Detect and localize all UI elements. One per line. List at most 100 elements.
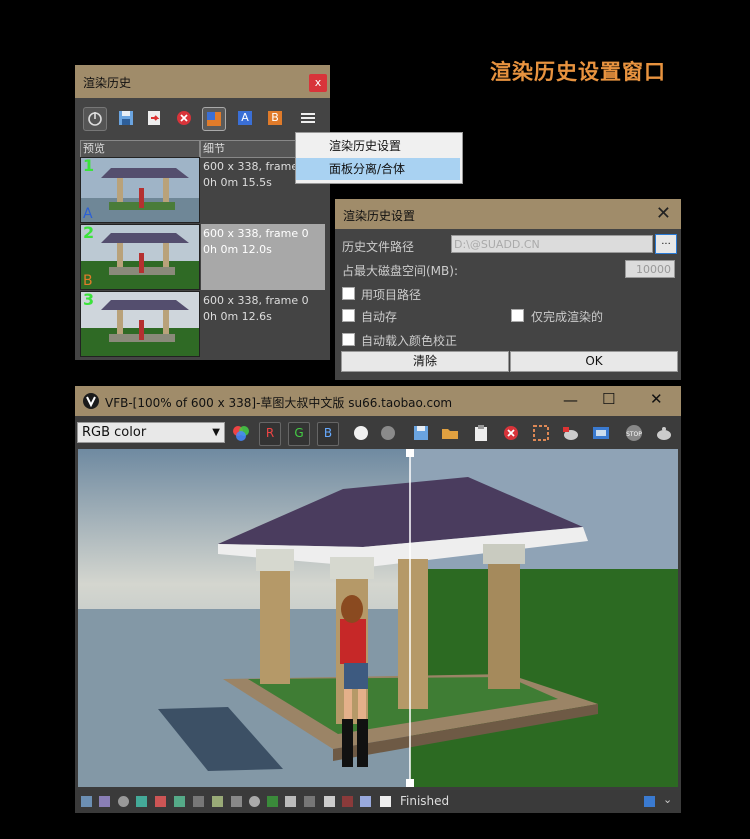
stop-render-icon: STOP [626,425,642,441]
delete-button[interactable] [173,107,195,129]
clear-button[interactable]: 清除 [341,351,509,372]
history-path-field[interactable] [451,235,653,253]
green-channel-button[interactable]: G [288,422,310,446]
row-tag: B [83,273,93,289]
stamp-icon[interactable] [324,796,335,807]
channel-select[interactable]: RGB color ▼ [77,422,225,443]
history-settings-dialog: 渲染历史设置 ✕ 历史文件路径 ... 占最大磁盘空间(MB): 用项目路径 自… [335,199,681,380]
svg-text:STOP: STOP [626,431,642,438]
info-icon[interactable] [118,796,129,807]
ab-compare-button[interactable] [202,107,226,131]
panel-toggle-icon[interactable] [644,796,655,807]
region-render-icon [533,425,549,441]
pixel-info-icon[interactable] [304,796,315,807]
row-tag: A [83,206,93,222]
delete-icon [177,111,191,125]
only-finished-checkbox[interactable] [511,309,524,322]
history-icon[interactable] [81,796,92,807]
settings-titlebar[interactable]: 渲染历史设置 ✕ [335,199,681,229]
levels-icon[interactable] [99,796,110,807]
vfb-titlebar[interactable]: VFB-[100% of 600 x 338]-草图大叔中文版 su66.tao… [75,386,681,416]
save-icon [119,111,133,125]
white-circle-icon [354,426,368,440]
menu-item-history-settings[interactable]: 渲染历史设置 [296,135,460,157]
vfb-title: VFB-[100% of 600 x 338]-草图大叔中文版 su66.tao… [105,396,453,410]
thumbnail-image [81,292,199,356]
history-column-headers: 预览 细节 [80,140,326,158]
grey-circle-icon [381,426,395,440]
history-title: 渲染历史 [83,76,132,90]
history-row-selected[interactable]: 2 B 600 x 338, frame 0 0h 0m 12.0s [80,224,326,290]
auto-load-cc-checkbox[interactable] [342,333,355,346]
row-time: 0h 0m 12.0s [203,243,272,256]
render-thumbnail: 2 B [80,224,200,290]
histogram-icon[interactable] [193,796,204,807]
menu-button[interactable] [297,107,319,129]
lut-icon[interactable] [136,796,147,807]
set-a-button[interactable]: A [234,107,256,129]
row-resolution: 600 x 338, frame 0 [203,294,309,307]
close-button[interactable]: ✕ [650,390,663,408]
history-row[interactable]: 1 A 600 x 338, frame 0 0h 0m 15.5s [80,157,326,223]
clipboard-icon [475,425,487,441]
curve-icon[interactable] [155,796,166,807]
power-button[interactable] [83,107,107,131]
chevron-down-icon: ▼ [212,427,220,438]
blue-channel-button[interactable]: B [317,422,339,446]
auto-load-cc-label: 自动载入颜色校正 [361,334,458,348]
render-thumbnail: 3 [80,291,200,357]
save-button[interactable] [115,107,137,129]
color-channels-icon [233,426,249,441]
settings-icon[interactable] [249,796,260,807]
disk-space-field[interactable] [625,260,675,278]
split-icon[interactable] [360,796,371,807]
b-icon: B [268,111,282,125]
minimize-button[interactable]: — [563,391,578,409]
render-status-text: Finished [400,794,450,808]
row-details: 600 x 338, frame 0 0h 0m 12.6s [201,291,325,357]
history-path-label: 历史文件路径 [342,240,415,254]
render-history-panel: 渲染历史 x A B 预览 细节 1 A 600 x 338, frame 0 … [75,65,330,360]
browse-button[interactable]: ... [655,234,677,254]
film-icon [593,427,609,439]
render-view[interactable] [78,449,678,787]
maximize-button[interactable]: ☐ [602,390,615,408]
history-close-button[interactable]: x [309,74,327,92]
clear-image-icon [504,426,518,440]
vfb-status-bar: Finished ⌄ [75,790,681,813]
rendered-pavilion-image [78,449,678,787]
hamburger-menu-icon [301,113,315,123]
red-channel-button[interactable]: R [259,422,281,446]
history-dropdown-menu: 渲染历史设置 面板分离/合体 [295,132,463,184]
expand-down-icon[interactable]: ⌄ [663,793,672,806]
load-image-icon [148,111,160,125]
set-b-button[interactable]: B [264,107,286,129]
channel-select-value: RGB color [82,425,147,440]
row-time: 0h 0m 12.6s [203,310,272,323]
only-finished-label: 仅完成渲染的 [531,310,604,324]
compare-icon[interactable] [212,796,223,807]
load-button[interactable] [143,107,165,129]
flip-icon[interactable] [342,796,353,807]
thumbnail-image [81,225,199,289]
autosave-checkbox[interactable] [342,309,355,322]
ok-button[interactable]: OK [510,351,678,372]
row-details: 600 x 338, frame 0 0h 0m 12.0s [201,224,325,290]
history-row[interactable]: 3 600 x 338, frame 0 0h 0m 12.6s [80,291,326,357]
menu-item-detach-panel[interactable]: 面板分离/合体 [296,158,460,180]
thumbnail-image [81,158,199,222]
settings-close-icon[interactable]: ✕ [656,203,671,224]
use-project-path-checkbox[interactable] [342,287,355,300]
exposure-icon[interactable] [174,796,185,807]
display-icon[interactable] [267,796,278,807]
vfb-window: VFB-[100% of 600 x 338]-草图大叔中文版 su66.tao… [75,386,681,813]
row-number: 3 [83,291,95,309]
history-titlebar[interactable]: 渲染历史 x [75,65,330,98]
page-headline: 渲染历史设置窗口 [490,60,666,84]
track-mouse-icon[interactable] [380,796,391,807]
disk-space-label: 占最大磁盘空间(MB): [342,264,458,278]
lens-icon[interactable] [285,796,296,807]
tone-icon[interactable] [231,796,242,807]
column-preview[interactable]: 预览 [80,140,200,158]
power-icon [88,112,102,126]
